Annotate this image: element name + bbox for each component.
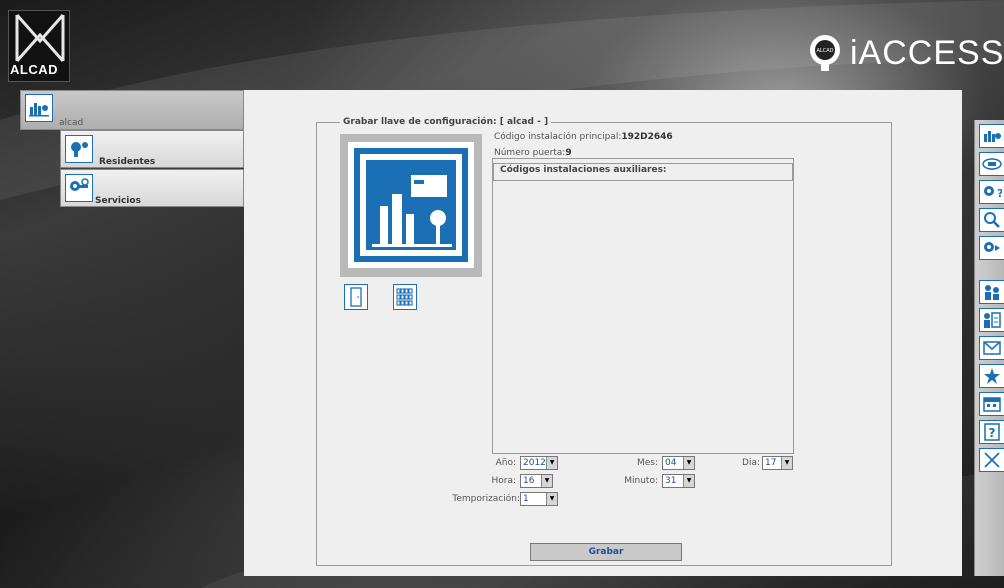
calendar-icon[interactable] [979, 392, 1004, 416]
main-content-panel: Grabar llave de configuración: [ alcad -… [244, 90, 962, 576]
hour-label: Hora: [491, 476, 516, 486]
building-chart-icon[interactable] [979, 124, 1004, 148]
chevron-down-icon: ▼ [683, 475, 694, 487]
day-value: 17 [765, 458, 777, 468]
sidebar-item-servicios[interactable]: Servicios [60, 169, 244, 207]
brand-title: iACCESS [850, 33, 1004, 72]
user-list-icon[interactable] [979, 308, 1004, 332]
grabar-button[interactable]: Grabar [530, 543, 682, 561]
year-label: Año: [495, 458, 516, 468]
alcad-logo-mark-icon [15, 14, 65, 62]
door-number-value: 9 [565, 148, 572, 158]
chevron-down-icon: ▼ [541, 475, 552, 487]
logo-text: ALCAD [10, 62, 58, 77]
iaccess-brand: ALCAD iACCESS [808, 30, 1004, 76]
install-code-line: Código instalación principal:192D2646 [494, 132, 673, 142]
sidebar-item-label: Servicios [95, 196, 141, 206]
timer-select[interactable]: 1 ▼ [520, 492, 558, 506]
lock-seal-icon: ALCAD [810, 35, 840, 71]
door-button[interactable] [344, 284, 368, 310]
install-code-label: Código instalación principal: [494, 132, 622, 142]
key-arrow-icon[interactable] [979, 236, 1004, 260]
fieldset-legend: Grabar llave de configuración: [ alcad -… [340, 117, 552, 127]
minute-value: 31 [665, 476, 677, 486]
timer-value: 1 [523, 494, 529, 504]
sidebar-item-residentes[interactable]: Residentes [60, 130, 244, 168]
aux-codes-list[interactable]: Códigos instalaciones auxiliares: [492, 158, 794, 454]
building-chart-icon [25, 94, 53, 122]
building-chart-large-icon [340, 134, 482, 277]
year-value: 2012 [523, 458, 546, 468]
install-code-value: 192D2646 [621, 132, 673, 142]
door-number-label: Número puerta: [494, 148, 566, 158]
chevron-down-icon: ▼ [546, 457, 557, 469]
hour-value: 16 [523, 476, 535, 486]
app-background: ALCAD ALCAD iACCESS alcad Residentes Ser… [0, 0, 1004, 588]
key-gear-icon [65, 174, 93, 202]
chevron-down-icon: ▼ [683, 457, 694, 469]
chevron-down-icon: ▼ [546, 493, 557, 505]
key-question-icon[interactable]: ? [979, 180, 1004, 204]
close-icon[interactable] [979, 448, 1004, 472]
keypad-button[interactable] [393, 284, 417, 310]
year-select[interactable]: 2012 ▼ [520, 456, 558, 470]
month-label: Mes: [636, 458, 658, 468]
minute-select[interactable]: 31 ▼ [662, 474, 695, 488]
sidebar-item-alcad[interactable]: alcad [20, 90, 244, 130]
keypad-icon [396, 288, 413, 306]
key-user-icon [65, 135, 93, 163]
door-icon [350, 287, 362, 307]
envelope-icon[interactable] [979, 336, 1004, 360]
month-select[interactable]: 04 ▼ [662, 456, 695, 470]
svg-text:?: ? [997, 187, 1002, 200]
timer-label: Temporización: [452, 494, 520, 504]
aux-codes-header: Códigos instalaciones auxiliares: [493, 163, 793, 181]
right-toolbar: ? ? [974, 120, 1004, 576]
month-value: 04 [665, 458, 677, 468]
chevron-down-icon: ▼ [781, 457, 792, 469]
sidebar-item-label: Residentes [99, 157, 156, 167]
seal-text: ALCAD [817, 48, 834, 54]
star-icon[interactable] [979, 364, 1004, 388]
help-icon[interactable]: ? [979, 420, 1004, 444]
sidebar-item-label: alcad [59, 118, 84, 128]
door-number-line: Número puerta:9 [494, 148, 572, 158]
svg-text:?: ? [989, 426, 996, 440]
hour-select[interactable]: 16 ▼ [520, 474, 553, 488]
minute-label: Minuto: [624, 476, 658, 486]
day-label: Dia: [742, 458, 760, 468]
day-select[interactable]: 17 ▼ [762, 456, 793, 470]
users-icon[interactable] [979, 280, 1004, 304]
id-card-icon[interactable] [979, 152, 1004, 176]
magnifier-icon[interactable] [979, 208, 1004, 232]
